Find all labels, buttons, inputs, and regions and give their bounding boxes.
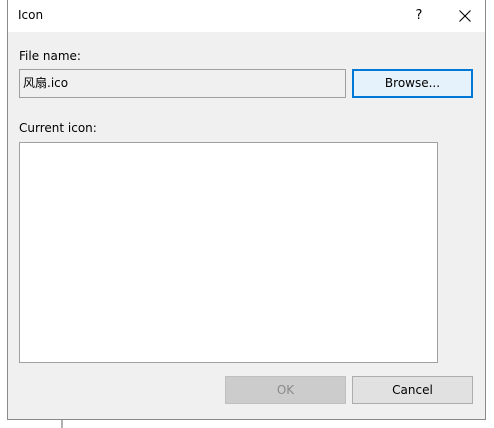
help-button[interactable]: ? (404, 0, 434, 32)
icon-dialog: Icon ? File name: 风扇.ico Browse... Curre… (7, 0, 486, 420)
current-icon-label: Current icon: (19, 121, 97, 135)
cancel-button[interactable]: Cancel (352, 376, 473, 404)
ok-button[interactable]: OK (225, 376, 346, 404)
close-icon (459, 10, 471, 22)
current-icon-preview[interactable] (19, 142, 438, 363)
title-bar[interactable]: Icon ? (8, 0, 485, 32)
file-name-label: File name: (19, 49, 81, 63)
close-button[interactable] (448, 0, 482, 32)
file-name-field[interactable]: 风扇.ico (19, 69, 346, 98)
dialog-title: Icon (18, 8, 44, 22)
background-window-edge (61, 420, 63, 428)
browse-button[interactable]: Browse... (352, 69, 473, 98)
